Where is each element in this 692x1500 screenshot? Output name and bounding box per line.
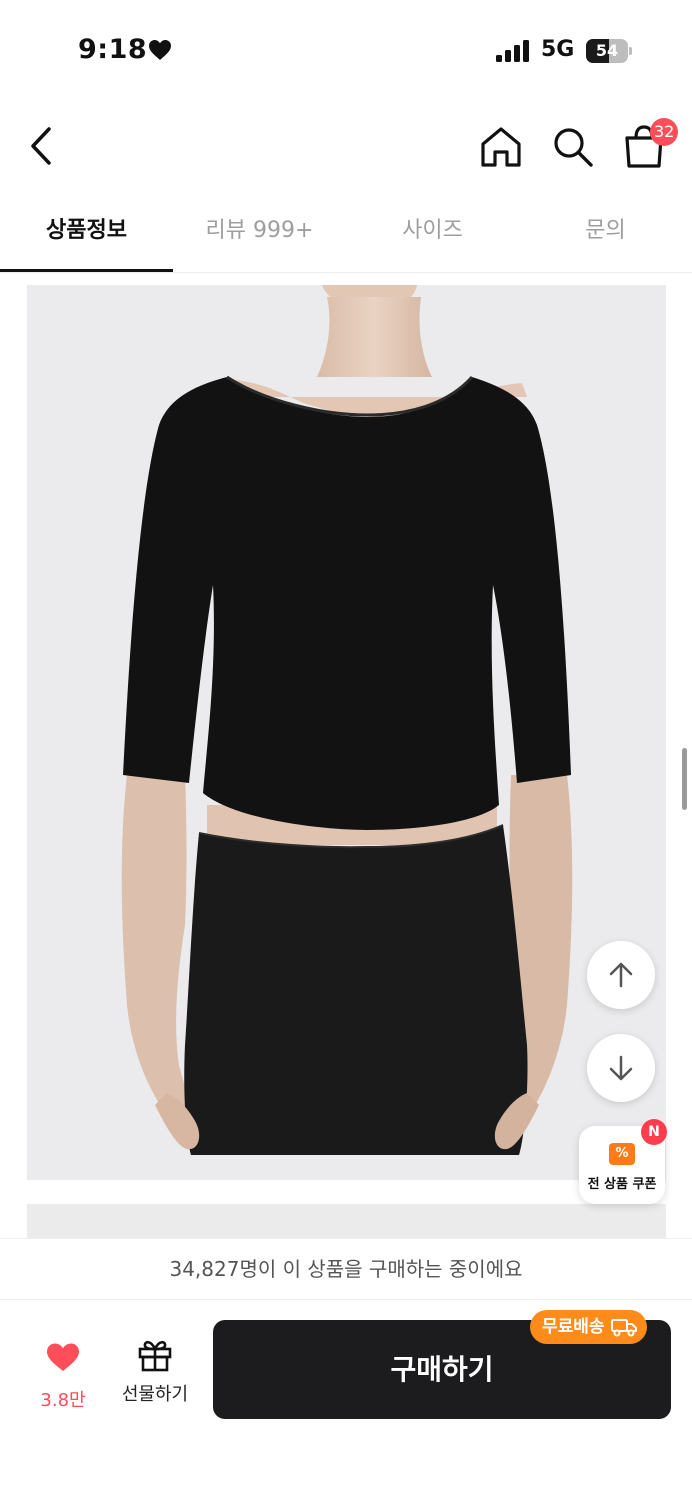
delivery-truck-icon [610,1319,637,1337]
product-image [27,285,666,1180]
battery-level: 54 [595,41,619,60]
back-icon[interactable] [22,122,62,170]
like-count: 3.8만 [40,1390,86,1411]
gift-label: 선물하기 [121,1384,189,1405]
network-type: 5G [541,37,575,62]
status-time: 9:18 [78,34,148,65]
scroll-up-button[interactable] [587,941,655,1009]
like-button[interactable]: 3.8만 [30,1342,96,1412]
status-bar: 9:18 5G 54 [0,0,692,100]
new-badge: N [641,1119,667,1145]
free-shipping-badge: 무료배송 [530,1310,647,1344]
gift-icon [138,1340,172,1372]
product-photo [27,285,666,1180]
coupon-icon: % [609,1143,635,1165]
tab-inquiry[interactable]: 문의 [519,198,692,272]
coupon-label: 전 상품 쿠폰 [587,1177,657,1192]
arrow-up-icon [609,962,633,988]
tab-size[interactable]: 사이즈 [346,198,519,272]
search-icon[interactable] [550,124,596,170]
heart-status-icon [149,40,171,60]
home-icon[interactable] [478,124,524,170]
scrollbar[interactable] [682,748,687,810]
signal-icon [496,40,529,62]
scroll-down-button[interactable] [587,1034,655,1102]
product-tabs: 상품정보 리뷰 999+ 사이즈 문의 [0,198,692,273]
tab-reviews[interactable]: 리뷰 999+ [173,198,346,272]
purchase-notice: 34,827명이 이 상품을 구매하는 중이에요 [0,1238,692,1300]
top-nav [0,100,692,195]
arrow-down-icon [609,1055,633,1081]
free-shipping-label: 무료배송 [542,1317,605,1337]
tab-product-info[interactable]: 상품정보 [0,198,173,272]
heart-icon [47,1343,79,1371]
battery-icon: 54 [586,39,632,63]
gift-button[interactable]: 선물하기 [112,1338,198,1412]
